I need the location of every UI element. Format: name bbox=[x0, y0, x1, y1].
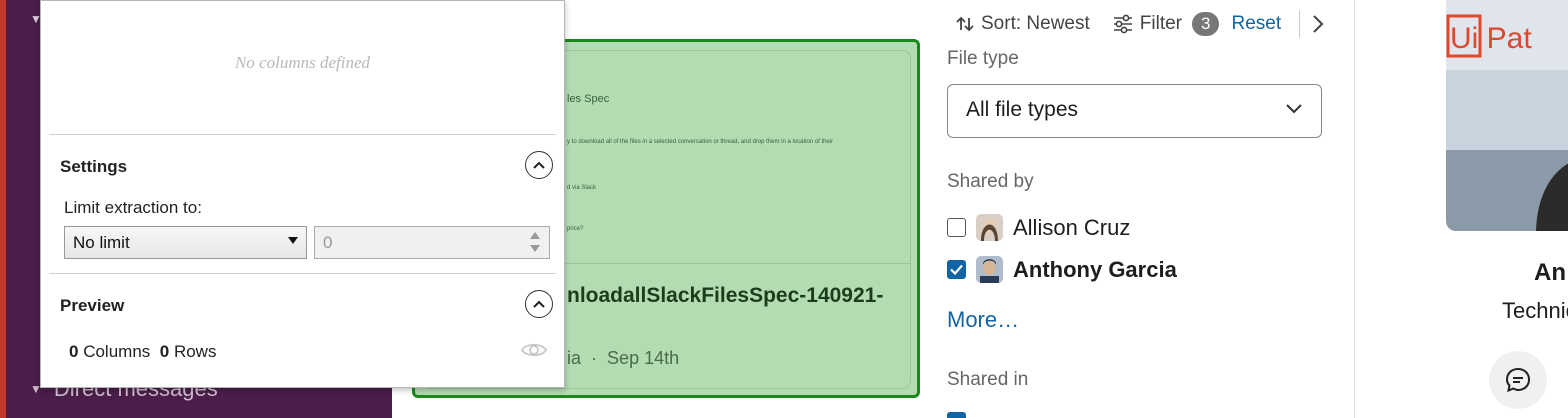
sort-icon bbox=[956, 16, 974, 32]
shared-by-option[interactable]: Anthony Garcia bbox=[947, 256, 1177, 283]
sort-button[interactable]: Sort: Newest bbox=[955, 13, 1090, 35]
rows-count: 0 bbox=[159, 342, 170, 361]
sidebar-edge-accent bbox=[0, 0, 6, 418]
chevron-up-icon bbox=[533, 161, 545, 169]
shared-by-label: Shared by bbox=[947, 171, 1034, 192]
logo-text: Ui Pat bbox=[1450, 22, 1532, 55]
file-author: ia bbox=[567, 348, 582, 368]
checkbox[interactable] bbox=[947, 218, 966, 237]
avatar bbox=[976, 214, 1003, 241]
file-type-select[interactable]: All file types bbox=[947, 84, 1322, 138]
chevron-down-icon bbox=[1286, 104, 1302, 114]
file-type-label: File type bbox=[947, 48, 1019, 69]
preview-counts: 0 Columns 0 Rows bbox=[69, 342, 216, 362]
chevron-right-icon[interactable] bbox=[1312, 14, 1324, 34]
filter-sliders-icon bbox=[1113, 14, 1132, 34]
doc-line: price? bbox=[567, 226, 584, 232]
avatar bbox=[976, 256, 1003, 283]
person-name: Allison Cruz bbox=[1013, 214, 1131, 240]
settings-collapse-button[interactable] bbox=[525, 151, 553, 179]
eye-icon[interactable] bbox=[521, 339, 547, 361]
file-meta: ia · Sep 14th bbox=[567, 348, 679, 369]
limit-extraction-label: Limit extraction to: bbox=[64, 198, 202, 217]
file-type-value: All file types bbox=[966, 98, 1079, 121]
no-columns-message: No columns defined bbox=[234, 53, 371, 72]
profile-title: Technic bbox=[1502, 298, 1568, 323]
preview-collapse-button[interactable] bbox=[525, 290, 553, 318]
stepper-up-icon[interactable] bbox=[530, 232, 540, 239]
filter-count-badge: 3 bbox=[1192, 12, 1220, 36]
more-people-link[interactable]: More… bbox=[947, 307, 1019, 333]
columns-label: Columns bbox=[83, 342, 151, 361]
person-name: Anthony Garcia bbox=[1013, 256, 1177, 282]
checkmark-icon bbox=[950, 264, 963, 275]
settings-title: Settings bbox=[60, 157, 128, 176]
checkbox-checked[interactable] bbox=[947, 412, 966, 418]
divider bbox=[49, 273, 556, 274]
reset-link[interactable]: Reset bbox=[1231, 13, 1281, 35]
shared-in-label: Shared in bbox=[947, 369, 1029, 390]
preview-title: Preview bbox=[60, 296, 125, 315]
extraction-panel: No columns defined Settings Limit extrac… bbox=[40, 0, 565, 388]
limit-select-value: No limit bbox=[73, 233, 130, 252]
doc-line: y to download all of the files in a sele… bbox=[567, 139, 834, 145]
file-date: Sep 14th bbox=[607, 348, 680, 368]
profile-photo: Ui Pat bbox=[1446, 0, 1568, 231]
dropdown-arrow-icon bbox=[288, 237, 298, 244]
message-button[interactable] bbox=[1489, 351, 1547, 409]
chevron-up-icon bbox=[533, 300, 545, 308]
doc-heading: les Spec bbox=[567, 93, 610, 105]
chat-bubble-icon bbox=[1505, 367, 1531, 393]
doc-line: d via Slack bbox=[567, 185, 597, 191]
stepper-down-icon[interactable] bbox=[530, 245, 540, 252]
checkbox-checked[interactable] bbox=[947, 260, 966, 279]
files-toolbar: Sort: Newest Filter 3 Reset bbox=[955, 9, 1324, 39]
shared-by-option[interactable]: Allison Cruz bbox=[947, 214, 1130, 241]
rows-label: Rows bbox=[173, 342, 217, 361]
sort-label: Sort: Newest bbox=[981, 13, 1090, 34]
limit-number-stepper[interactable]: 0 bbox=[314, 226, 550, 259]
filter-button[interactable]: Filter 3 bbox=[1112, 12, 1220, 36]
columns-count: 0 bbox=[69, 342, 79, 361]
toolbar-divider bbox=[1299, 10, 1301, 38]
profile-name: An bbox=[1534, 259, 1566, 286]
file-title[interactable]: nloadallSlackFilesSpec-140921- bbox=[567, 284, 883, 308]
divider bbox=[49, 134, 556, 135]
limit-extraction-select[interactable]: No limit bbox=[64, 226, 307, 259]
meta-separator: · bbox=[591, 348, 598, 368]
limit-number-value: 0 bbox=[323, 233, 333, 252]
filter-label: Filter bbox=[1139, 13, 1182, 34]
